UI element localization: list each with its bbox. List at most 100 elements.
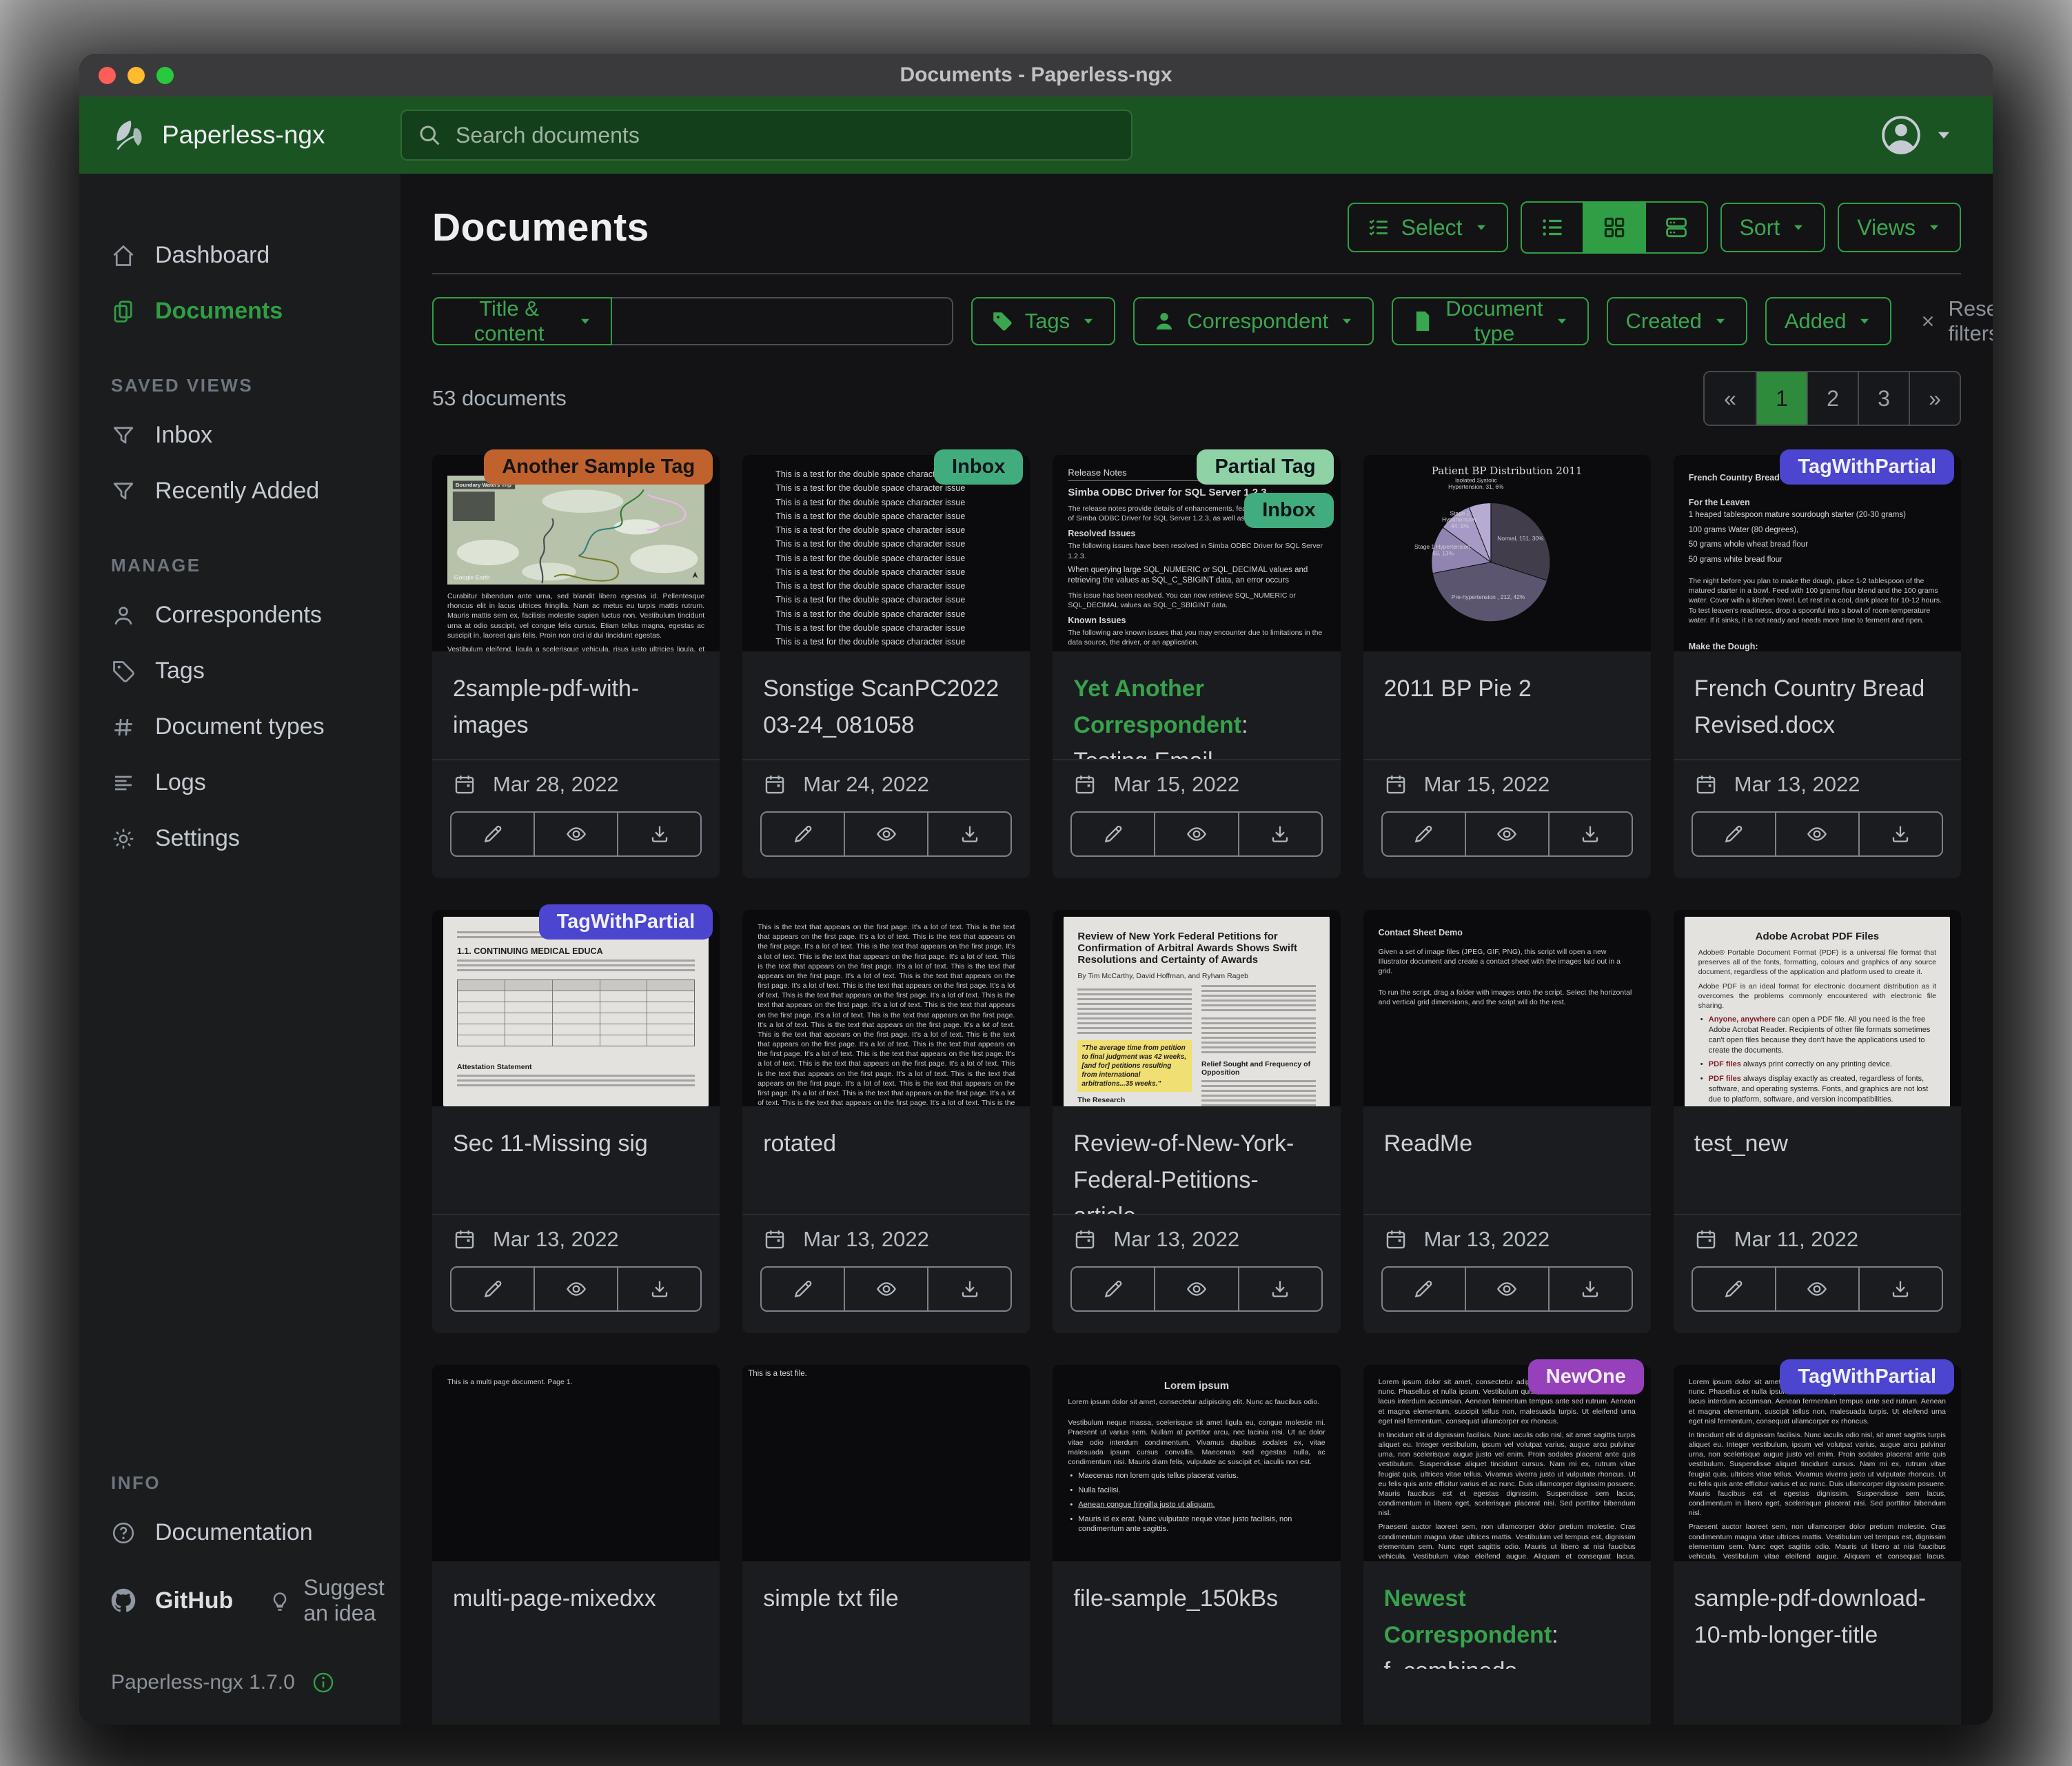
edit-document-button[interactable]: [1381, 811, 1466, 857]
views-button[interactable]: Views: [1838, 203, 1961, 252]
tag-badge[interactable]: NewOne: [1528, 1359, 1644, 1394]
view-document-button[interactable]: [1775, 811, 1860, 857]
pagination-page-3[interactable]: 3: [1858, 372, 1909, 425]
sidebar-item-documentation[interactable]: Documentation: [79, 1505, 400, 1561]
sidebar-item-logs[interactable]: Logs: [79, 755, 400, 811]
sidebar-item-inbox[interactable]: Inbox: [79, 407, 400, 463]
download-document-button[interactable]: [1858, 811, 1943, 857]
sidebar-item-recently-added[interactable]: Recently Added: [79, 463, 400, 519]
document-title[interactable]: 2011 BP Pie 2: [1363, 651, 1651, 759]
document-title[interactable]: Sec 11-Missing sig: [432, 1106, 720, 1214]
view-document-button[interactable]: [1465, 1266, 1550, 1312]
document-thumbnail[interactable]: Adobe Acrobat PDF FilesAdobe® Portable D…: [1674, 910, 1961, 1106]
document-thumbnail[interactable]: Review of New York Federal Petitions for…: [1053, 910, 1340, 1106]
document-thumbnail[interactable]: This is a test file.: [742, 1365, 1030, 1561]
document-thumbnail[interactable]: This is a multi page document. Page 1.: [432, 1365, 720, 1561]
view-document-button[interactable]: [1154, 1266, 1239, 1312]
view-document-button[interactable]: [844, 811, 928, 857]
document-title[interactable]: simple txt file: [742, 1561, 1030, 1669]
download-document-button[interactable]: [1548, 811, 1633, 857]
document-thumbnail[interactable]: Contact Sheet DemoGiven a set of image f…: [1363, 910, 1651, 1106]
view-document-button[interactable]: [1465, 811, 1550, 857]
minimize-window-button[interactable]: [128, 67, 145, 84]
maximize-window-button[interactable]: [156, 67, 174, 84]
document-title[interactable]: rotated: [742, 1106, 1030, 1214]
view-document-button[interactable]: [534, 811, 618, 857]
download-document-button[interactable]: [927, 811, 1012, 857]
filter-created-button[interactable]: Created: [1607, 297, 1747, 345]
download-document-button[interactable]: [1548, 1266, 1633, 1312]
reset-filters-button[interactable]: Reset filters: [1919, 296, 1993, 346]
filter-added-button[interactable]: Added: [1765, 297, 1892, 345]
filter-query-input[interactable]: [612, 297, 953, 345]
edit-document-button[interactable]: [1692, 811, 1776, 857]
download-document-button[interactable]: [927, 1266, 1012, 1312]
edit-document-button[interactable]: [1381, 1266, 1466, 1312]
document-title[interactable]: ReadMe: [1363, 1106, 1651, 1214]
edit-document-button[interactable]: [1692, 1266, 1776, 1312]
close-window-button[interactable]: [99, 67, 116, 84]
filter-document-type-button[interactable]: Document type: [1392, 297, 1588, 345]
sidebar-item-tags[interactable]: Tags: [79, 643, 400, 699]
view-document-button[interactable]: [1775, 1266, 1860, 1312]
pagination-page-2[interactable]: 2: [1807, 372, 1858, 425]
filter-tags-button[interactable]: Tags: [971, 297, 1115, 345]
sidebar-item-correspondents[interactable]: Correspondents: [79, 587, 400, 643]
view-document-button[interactable]: [534, 1266, 618, 1312]
download-document-button[interactable]: [1858, 1266, 1943, 1312]
sidebar-item-dashboard[interactable]: Dashboard: [79, 227, 400, 283]
document-title[interactable]: Sonstige ScanPC2022 03-24_081058: [742, 651, 1030, 759]
document-thumbnail[interactable]: Patient BP Distribution 2011Normal, 151,…: [1363, 455, 1651, 651]
download-document-button[interactable]: [617, 811, 702, 857]
document-title[interactable]: Yet Another Correspondent: Testing Email: [1053, 651, 1340, 759]
download-document-button[interactable]: [1238, 1266, 1323, 1312]
edit-document-button[interactable]: [1070, 811, 1155, 857]
sidebar-item-github[interactable]: GitHub: [79, 1573, 247, 1629]
sort-button[interactable]: Sort: [1720, 203, 1826, 252]
pagination-next[interactable]: »: [1909, 372, 1960, 425]
tag-badge[interactable]: Partial Tag: [1197, 449, 1333, 485]
sidebar-item-settings[interactable]: Settings: [79, 811, 400, 866]
detail-view-button[interactable]: [1645, 203, 1707, 252]
download-document-button[interactable]: [617, 1266, 702, 1312]
grid-view-button[interactable]: [1583, 203, 1645, 252]
filter-field-button[interactable]: Title & content: [432, 297, 612, 345]
sidebar-item-documents[interactable]: Documents: [79, 283, 400, 339]
edit-document-button[interactable]: [450, 811, 535, 857]
x-icon: [1919, 312, 1937, 330]
view-document-button[interactable]: [844, 1266, 928, 1312]
document-thumbnail[interactable]: Lorem ipsumLorem ipsum dolor sit amet, c…: [1053, 1365, 1340, 1561]
document-thumbnail[interactable]: This is the text that appears on the fir…: [742, 910, 1030, 1106]
tag-badge[interactable]: Inbox: [1244, 493, 1333, 528]
list-view-button[interactable]: [1522, 203, 1583, 252]
app-logo[interactable]: Paperless-ngx: [79, 116, 400, 154]
view-document-button[interactable]: [1154, 811, 1239, 857]
document-title[interactable]: Review-of-New-York-Federal-Petitions-art…: [1053, 1106, 1340, 1214]
document-title[interactable]: file-sample_150kBs: [1053, 1561, 1340, 1669]
edit-document-button[interactable]: [1070, 1266, 1155, 1312]
edit-document-button[interactable]: [450, 1266, 535, 1312]
tag-badge[interactable]: TagWithPartial: [1780, 1359, 1954, 1394]
document-title[interactable]: French Country Bread Revised.docx: [1674, 651, 1961, 759]
document-title[interactable]: sample-pdf-download-10-mb-longer-title: [1674, 1561, 1961, 1669]
document-title[interactable]: 2sample-pdf-with-images: [432, 651, 720, 759]
edit-document-button[interactable]: [760, 1266, 845, 1312]
select-button[interactable]: Select: [1348, 203, 1508, 252]
tag-badge[interactable]: TagWithPartial: [1780, 449, 1954, 485]
tag-badge[interactable]: Another Sample Tag: [484, 449, 713, 485]
user-menu[interactable]: [1880, 114, 1993, 156]
filter-correspondent-button[interactable]: Correspondent: [1133, 297, 1374, 345]
document-title[interactable]: Newest Correspondent: f_combineds: [1363, 1561, 1651, 1669]
document-title[interactable]: test_new: [1674, 1106, 1961, 1214]
search-input[interactable]: [454, 122, 1116, 149]
sidebar-item-document-types[interactable]: Document types: [79, 699, 400, 755]
tag-badge[interactable]: TagWithPartial: [539, 904, 713, 940]
sidebar-item-suggest-an-idea[interactable]: Suggest an idea: [247, 1561, 400, 1641]
list-view-icon: [1539, 214, 1565, 241]
download-document-button[interactable]: [1238, 811, 1323, 857]
pagination-prev[interactable]: «: [1705, 372, 1756, 425]
tag-badge[interactable]: Inbox: [934, 449, 1023, 485]
pagination-page-1[interactable]: 1: [1756, 372, 1807, 425]
document-title[interactable]: multi-page-mixedxx: [432, 1561, 720, 1669]
edit-document-button[interactable]: [760, 811, 845, 857]
